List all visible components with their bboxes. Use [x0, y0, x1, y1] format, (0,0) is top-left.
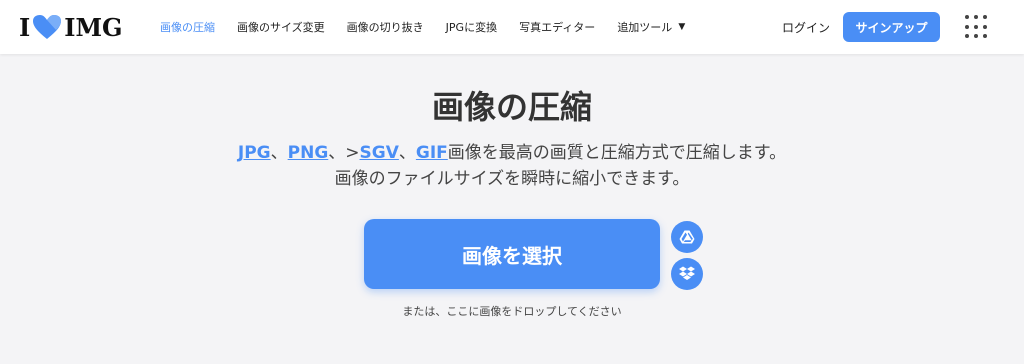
grid-dot	[974, 34, 978, 39]
grid-dot	[965, 15, 969, 19]
main-nav: 画像の圧縮 画像のサイズ変更 画像の切り抜き JPGに変換 写真エディター 追加…	[160, 0, 707, 54]
nav-label: 画像のサイズ変更	[237, 21, 325, 34]
nav-convert-jpg[interactable]: JPGに変換	[446, 19, 497, 35]
logo[interactable]: I IMG	[19, 12, 123, 42]
drop-hint: または、ここに画像をドロップしてください	[402, 305, 622, 318]
caret-down-icon: ▼	[678, 22, 686, 32]
logo-text-img: IMG	[64, 12, 123, 42]
nav-photo-editor[interactable]: 写真エディター	[519, 19, 595, 35]
login-link[interactable]: ログイン	[782, 19, 830, 36]
logo-text-i: I	[19, 12, 31, 42]
dropbox-button[interactable]	[671, 258, 703, 290]
nav-resize[interactable]: 画像のサイズ変更	[237, 19, 325, 35]
nav-label: 写真エディター	[519, 21, 596, 34]
grid-dot	[983, 15, 987, 19]
select-images-button[interactable]: 画像を選択	[364, 219, 660, 289]
subtitle-text: 画像を最高の画質と圧縮方式で圧縮します。	[447, 143, 787, 163]
heart-logo-icon	[33, 15, 62, 39]
grid-dot	[965, 24, 969, 29]
page-subtitle: JPG、PNG、>SGV、GIF画像を最高の画質と圧縮方式で圧縮します。 画像の…	[0, 140, 1024, 192]
page-title: 画像の圧縮	[431, 88, 592, 126]
google-drive-button[interactable]	[671, 221, 703, 253]
nav-label: 追加ツール	[617, 21, 673, 34]
separator: 、	[398, 143, 416, 163]
dropbox-icon	[679, 266, 695, 280]
format-link-sgv[interactable]: SGV	[360, 143, 399, 163]
grid-dot	[983, 24, 987, 29]
nav-compress[interactable]: 画像の圧縮	[160, 19, 215, 35]
apps-grid-icon[interactable]	[965, 15, 989, 39]
grid-dot	[974, 15, 978, 19]
separator: 、	[270, 143, 288, 163]
grid-dot	[983, 34, 987, 39]
nav-label: 画像の圧縮	[160, 21, 215, 34]
nav-label: JPGに変換	[445, 21, 498, 34]
separator: 、>	[328, 143, 360, 163]
grid-dot	[965, 34, 969, 39]
nav-label: 画像の切り抜き	[346, 21, 424, 34]
subtitle-line-1: JPG、PNG、>SGV、GIF画像を最高の画質と圧縮方式で圧縮します。	[0, 140, 1024, 166]
grid-dot	[974, 24, 978, 29]
subtitle-line-2: 画像のファイルサイズを瞬時に縮小できます。	[334, 169, 690, 189]
format-link-gif[interactable]: GIF	[416, 143, 448, 163]
google-drive-icon	[679, 230, 695, 244]
format-link-png[interactable]: PNG	[288, 143, 329, 163]
format-link-jpg[interactable]: JPG	[238, 143, 271, 163]
nav-more-tools[interactable]: 追加ツール ▼	[617, 19, 685, 35]
nav-crop[interactable]: 画像の切り抜き	[347, 19, 424, 35]
signup-button[interactable]: サインアップ	[843, 12, 940, 42]
site-header: I IMG 画像の圧縮 画像のサイズ変更 画像の切り抜き JPGに変換 写真エデ…	[0, 0, 1024, 54]
